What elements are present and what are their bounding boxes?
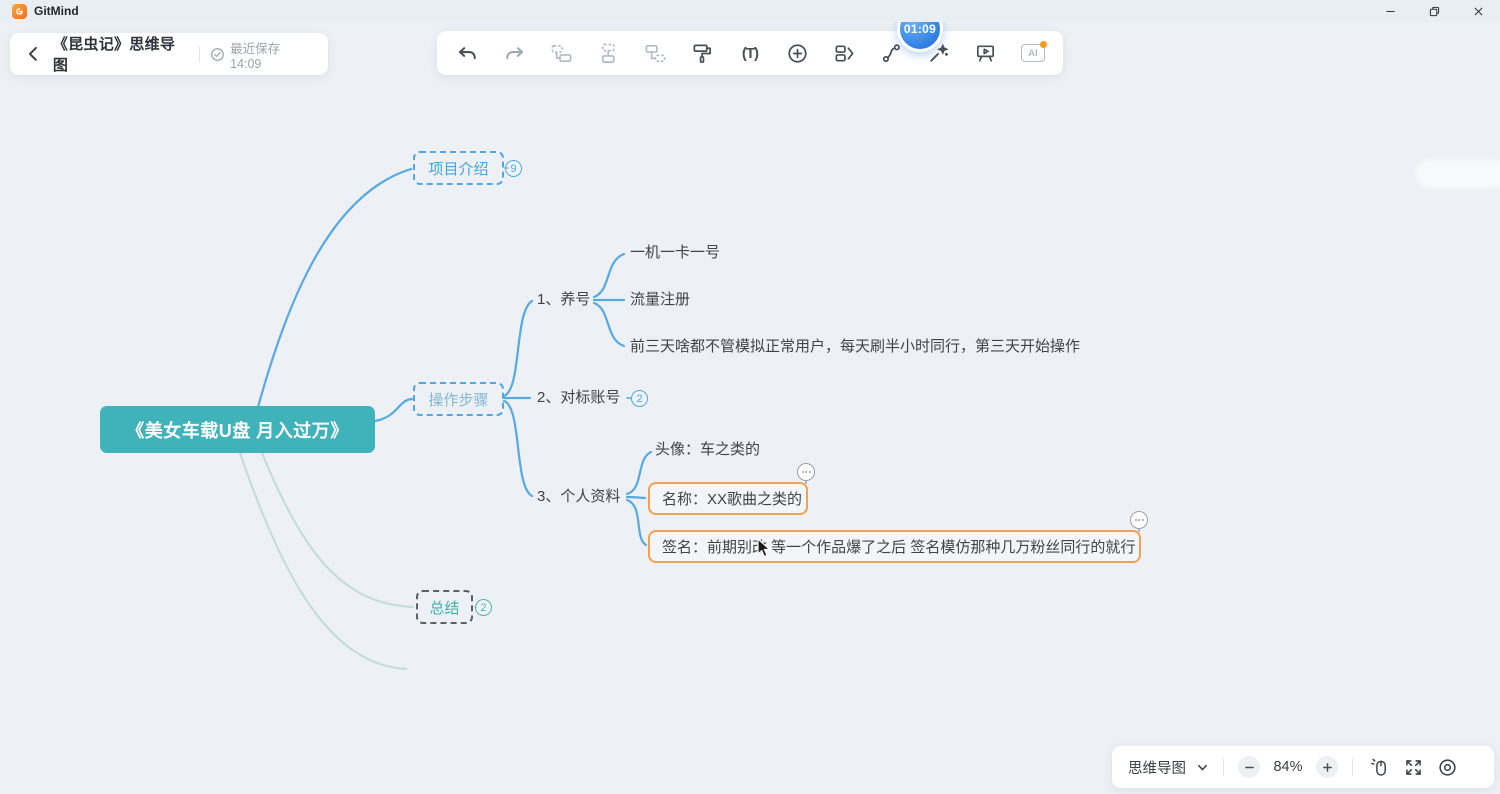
floating-panel-ghost — [1416, 160, 1500, 188]
presentation-view-eye-icon[interactable] — [1435, 755, 1459, 779]
node-step1-child1[interactable]: 一机一卡一号 — [630, 243, 720, 263]
view-controls-bar: 思维导图 84% — [1112, 746, 1494, 788]
presentation-icon[interactable] — [973, 40, 999, 66]
collapsed-count-badge-step2[interactable]: 2 — [631, 390, 648, 407]
bar-divider — [1352, 758, 1353, 776]
node-project-intro[interactable]: 项目介绍 — [413, 151, 504, 185]
mouse-cursor — [757, 538, 773, 565]
zoom-level: 84% — [1270, 759, 1306, 775]
summary-icon[interactable] — [831, 40, 857, 66]
more-options-badge-signature-node[interactable] — [1130, 511, 1148, 529]
fit-screen-icon[interactable] — [1401, 755, 1425, 779]
restore-button[interactable] — [1412, 0, 1456, 22]
back-button[interactable] — [24, 44, 44, 64]
mouse-mode-icon[interactable] — [1367, 755, 1391, 779]
node-operation-steps[interactable]: 操作步骤 — [413, 382, 504, 416]
node-step3-child3[interactable]: 签名：前期别改 等一个作品爆了之后 签名模仿那种几万粉丝同行的就行 — [648, 530, 1141, 563]
app-title: GitMind — [34, 4, 79, 18]
node-step1[interactable]: 1、养号 — [537, 290, 590, 310]
node-step1-child3[interactable]: 前三天啥都不管模拟正常用户，每天刷半小时同行，第三天开始操作 — [630, 337, 1080, 357]
insert-parent-node-icon[interactable] — [595, 40, 621, 66]
collapsed-count-badge-project[interactable]: 9 — [505, 160, 522, 177]
relation-line-icon[interactable] — [878, 40, 904, 66]
text-tool-icon[interactable]: (T) — [737, 40, 763, 66]
node-step3-child2[interactable]: 名称：XX歌曲之类的 — [648, 482, 808, 515]
node-summary[interactable]: 总结 — [416, 590, 473, 624]
redo-icon[interactable] — [501, 40, 527, 66]
header-divider — [199, 46, 200, 62]
format-painter-icon[interactable] — [690, 40, 716, 66]
node-step3-child1[interactable]: 头像：车之类的 — [655, 440, 760, 460]
chevron-down-icon[interactable] — [1196, 761, 1209, 774]
node-step3[interactable]: 3、个人资料 — [537, 487, 620, 507]
collapsed-count-badge-summary[interactable]: 2 — [475, 599, 492, 616]
undo-icon[interactable] — [454, 40, 480, 66]
insert-child-node-icon[interactable] — [643, 40, 669, 66]
document-title[interactable]: 《昆虫记》思维导图 — [53, 33, 189, 75]
node-step3-child2-label: 名称：XX歌曲之类的 — [662, 488, 802, 509]
main-toolbar: (T) AI — [437, 31, 1063, 75]
bar-divider — [1223, 758, 1224, 776]
mindmap-connectors — [0, 0, 1500, 794]
document-header: 《昆虫记》思维导图 最近保存 14:09 — [10, 33, 328, 75]
node-step1-child2[interactable]: 流量注册 — [630, 290, 690, 310]
timer-value: 01:09 — [904, 22, 936, 36]
ai-notification-dot — [1040, 41, 1047, 48]
gitmind-logo-icon — [12, 4, 27, 19]
text-tool-label: (T) — [742, 45, 758, 62]
layout-mode-dropdown[interactable]: 思维导图 — [1128, 757, 1186, 778]
insert-topic-icon[interactable] — [784, 40, 810, 66]
window-titlebar: GitMind — [0, 0, 1500, 22]
node-step2[interactable]: 2、对标账号 — [537, 388, 620, 408]
zoom-out-button[interactable] — [1238, 756, 1260, 778]
zoom-in-button[interactable] — [1316, 756, 1338, 778]
mindmap-root-node[interactable]: 《美女车载U盘 月入过万》 — [100, 406, 375, 453]
minimize-button[interactable] — [1368, 0, 1412, 22]
insert-sibling-node-icon[interactable] — [548, 40, 574, 66]
ai-assistant-label: AI — [1028, 48, 1038, 59]
save-status-text: 最近保存 14:09 — [230, 38, 314, 71]
saved-check-icon — [210, 47, 225, 62]
more-options-badge-name-node[interactable] — [797, 463, 815, 481]
close-button[interactable] — [1456, 0, 1500, 22]
node-step3-child3-label: 签名：前期别改 等一个作品爆了之后 签名模仿那种几万粉丝同行的就行 — [662, 536, 1135, 557]
ai-assistant-button[interactable]: AI — [1020, 40, 1046, 66]
save-status: 最近保存 14:09 — [210, 38, 314, 71]
